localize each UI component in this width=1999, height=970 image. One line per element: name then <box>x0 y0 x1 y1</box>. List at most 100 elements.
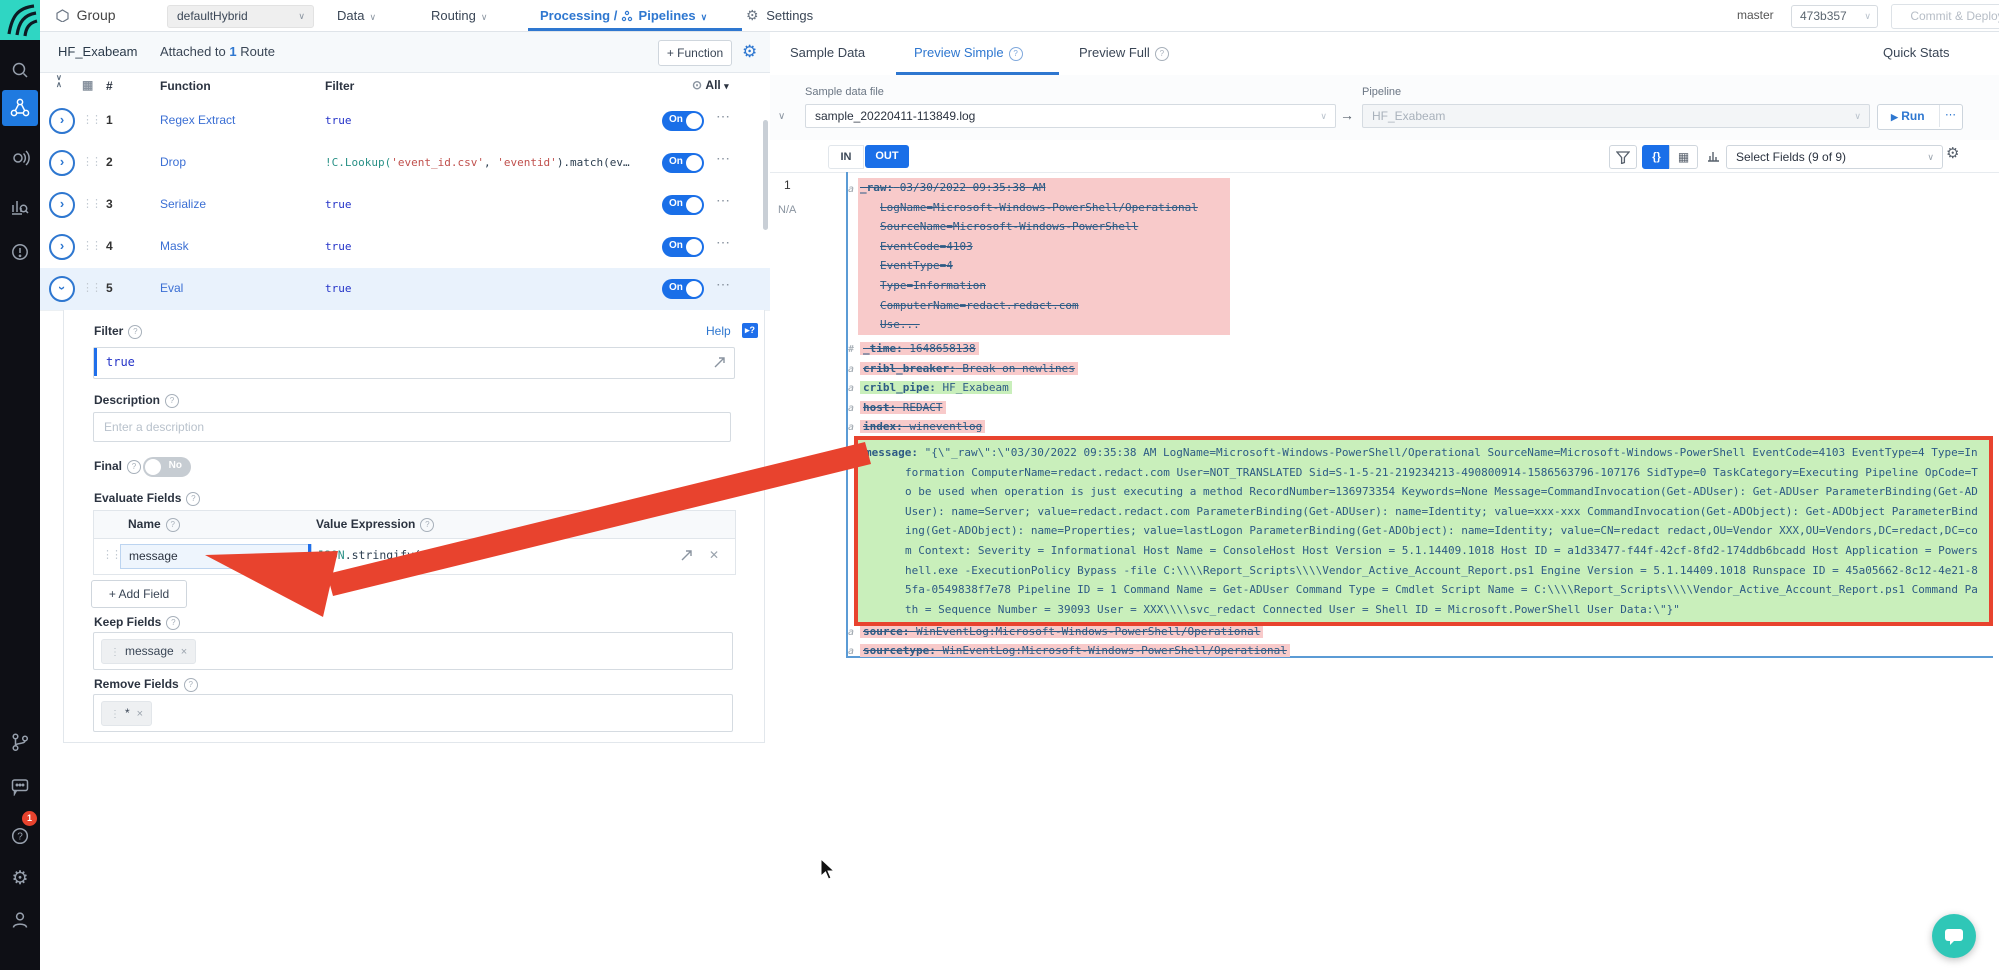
collapse-chevron-icon[interactable]: ∨ <box>778 111 785 122</box>
row-number: 3 <box>106 197 113 211</box>
host-field-removed: ahost: REDACT <box>848 398 946 419</box>
group-select[interactable]: defaultHybrid∨ <box>167 5 314 28</box>
function-row[interactable]: ⋮⋮ 3 Serialize true On ⋯ <box>40 184 770 227</box>
gear-icon: ⚙ <box>746 7 759 23</box>
filter-expression-input[interactable]: true <box>93 347 735 379</box>
remove-field-tag[interactable]: ⋮*× <box>101 701 152 726</box>
nav-settings[interactable]: ⚙ Settings <box>746 0 813 31</box>
remove-fields-input[interactable]: ⋮*× <box>93 694 733 732</box>
in-tab[interactable]: IN <box>828 145 864 169</box>
drag-handle[interactable]: ⋮⋮ <box>82 113 100 126</box>
field-name-input[interactable]: message <box>120 544 312 569</box>
tab-sample-data[interactable]: Sample Data <box>790 45 865 60</box>
select-fields-dropdown[interactable]: Select Fields (9 of 9)∨ <box>1726 145 1943 169</box>
expand-editor-icon[interactable] <box>713 356 726 372</box>
add-function-button[interactable]: + Function <box>658 40 732 66</box>
expand-editor-icon[interactable] <box>680 549 693 565</box>
filter-funnel-icon[interactable] <box>1609 145 1637 169</box>
function-name-link[interactable]: Regex Extract <box>160 113 235 127</box>
git-branch-icon[interactable] <box>0 724 40 760</box>
nav-processing-pipelines[interactable]: Processing / Pipelines∨ <box>540 0 707 31</box>
drag-handle[interactable]: ⋮⋮ <box>102 548 120 561</box>
help-icon[interactable]: ? 1 <box>0 818 40 854</box>
attached-route-text[interactable]: Attached to 1 Route <box>160 44 275 59</box>
on-toggle[interactable]: On <box>662 111 704 131</box>
on-toggle[interactable]: On <box>662 195 704 215</box>
pipeline-settings-gear-icon[interactable]: ⚙ <box>742 41 757 63</box>
data-icon[interactable] <box>0 140 40 176</box>
tab-preview-simple[interactable]: Preview Simple? <box>914 45 1023 61</box>
function-row[interactable]: ⋮⋮ 4 Mask true On ⋯ <box>40 226 770 269</box>
on-toggle[interactable]: On <box>662 237 704 257</box>
chart-view-icon[interactable] <box>1706 148 1721 166</box>
run-button[interactable]: ▶ Run ⋯ <box>1877 104 1963 130</box>
nav-data[interactable]: Data∨ <box>337 0 376 31</box>
nav-routing[interactable]: Routing∨ <box>431 0 487 31</box>
remove-tag-icon[interactable]: × <box>181 646 187 658</box>
drag-handle[interactable]: ⋮⋮ <box>82 197 100 210</box>
pipeline-select[interactable]: HF_Exabeam∨ <box>1362 104 1870 128</box>
expand-chevron-icon[interactable]: › <box>49 108 75 134</box>
function-row[interactable]: ⋮⋮ 2 Drop !C.Lookup('event_id.csv', 'eve… <box>40 142 770 185</box>
chat-bubble-icon[interactable] <box>1932 914 1976 958</box>
row-menu-icon[interactable]: ⋯ <box>716 234 730 251</box>
drag-handle[interactable]: ⋮⋮ <box>82 239 100 252</box>
function-name-link[interactable]: Mask <box>160 239 189 253</box>
row-number: 1 <box>106 113 113 127</box>
cribl-logo[interactable] <box>0 0 40 40</box>
chat-icon[interactable] <box>0 768 40 804</box>
preview-settings-gear-icon[interactable]: ⚙ <box>1946 144 1959 162</box>
commit-select[interactable]: 473b357∨ <box>1791 5 1878 28</box>
quick-stats-link[interactable]: Quick Stats <box>1883 45 1949 60</box>
keep-field-tag[interactable]: ⋮message× <box>101 639 196 664</box>
sidebar-item-processing[interactable] <box>2 90 38 126</box>
tab-preview-full[interactable]: Preview Full? <box>1079 45 1169 61</box>
keep-fields-input[interactable]: ⋮message× <box>93 632 733 670</box>
drag-handle[interactable]: ⋮⋮ <box>82 281 100 294</box>
columns-icon[interactable]: ▦ <box>82 78 93 92</box>
pipeline-title: HF_Exabeam <box>58 44 137 59</box>
docs-icon[interactable]: ▸? <box>742 323 758 338</box>
drag-handle[interactable]: ⋮⋮ <box>82 155 100 168</box>
settings-gear-icon[interactable]: ⚙ <box>0 860 40 896</box>
out-tab[interactable]: OUT <box>865 145 909 168</box>
user-icon[interactable] <box>0 902 40 938</box>
add-field-button[interactable]: + Add Field <box>91 580 187 608</box>
collapse-all-icon[interactable]: ∨∧ <box>56 74 62 88</box>
expand-chevron-icon[interactable]: › <box>49 234 75 260</box>
function-name-link[interactable]: Drop <box>160 155 186 169</box>
sample-file-select[interactable]: sample_20220411-113849.log∨ <box>805 104 1336 128</box>
help-link[interactable]: Help <box>706 324 731 338</box>
collapse-chevron-icon[interactable]: › <box>49 276 75 302</box>
expand-chevron-icon[interactable]: › <box>49 192 75 218</box>
json-view-toggle[interactable]: {} <box>1642 145 1671 169</box>
search-icon[interactable] <box>0 52 40 88</box>
function-name-link[interactable]: Serialize <box>160 197 206 211</box>
row-menu-icon[interactable]: ⋯ <box>716 150 730 167</box>
row-menu-icon[interactable]: ⋯ <box>716 276 730 293</box>
table-view-toggle[interactable]: ▦ <box>1669 145 1698 169</box>
preview-tabs: Sample Data Preview Simple? Preview Full… <box>770 31 1999 76</box>
run-menu-icon[interactable]: ⋯ <box>1945 108 1956 121</box>
evaluate-field-row: ⋮⋮ message JSON.stringify(_raw) ✕ <box>94 539 735 574</box>
remove-tag-icon[interactable]: × <box>137 708 143 720</box>
row-menu-icon[interactable]: ⋯ <box>716 192 730 209</box>
remove-fields-label: Remove Fields? <box>94 677 198 692</box>
description-input[interactable] <box>93 412 731 442</box>
scrollbar-thumb[interactable] <box>763 120 768 230</box>
notifications-icon[interactable] <box>0 234 40 270</box>
function-name-link[interactable]: Eval <box>160 281 183 295</box>
on-toggle[interactable]: On <box>662 279 704 299</box>
monitoring-icon[interactable] <box>0 188 40 224</box>
function-row[interactable]: ⋮⋮ 1 Regex Extract true On ⋯ <box>40 100 770 143</box>
on-toggle[interactable]: On <box>662 153 704 173</box>
top-nav: Group defaultHybrid∨ Data∨ Routing∨ Proc… <box>40 0 1999 32</box>
row-menu-icon[interactable]: ⋯ <box>716 108 730 125</box>
final-toggle[interactable]: No <box>143 457 191 477</box>
function-row-selected[interactable]: ⋮⋮ 5 Eval true On ⋯ <box>40 268 770 311</box>
value-expression-input[interactable]: JSON.stringify(_raw) <box>308 544 688 567</box>
remove-row-icon[interactable]: ✕ <box>709 548 719 562</box>
expand-chevron-icon[interactable]: › <box>49 150 75 176</box>
group-filter-menu[interactable]: ⊙ All ▾ <box>692 78 729 92</box>
commit-deploy-button[interactable]: Commit & Deploy <box>1891 4 1999 29</box>
